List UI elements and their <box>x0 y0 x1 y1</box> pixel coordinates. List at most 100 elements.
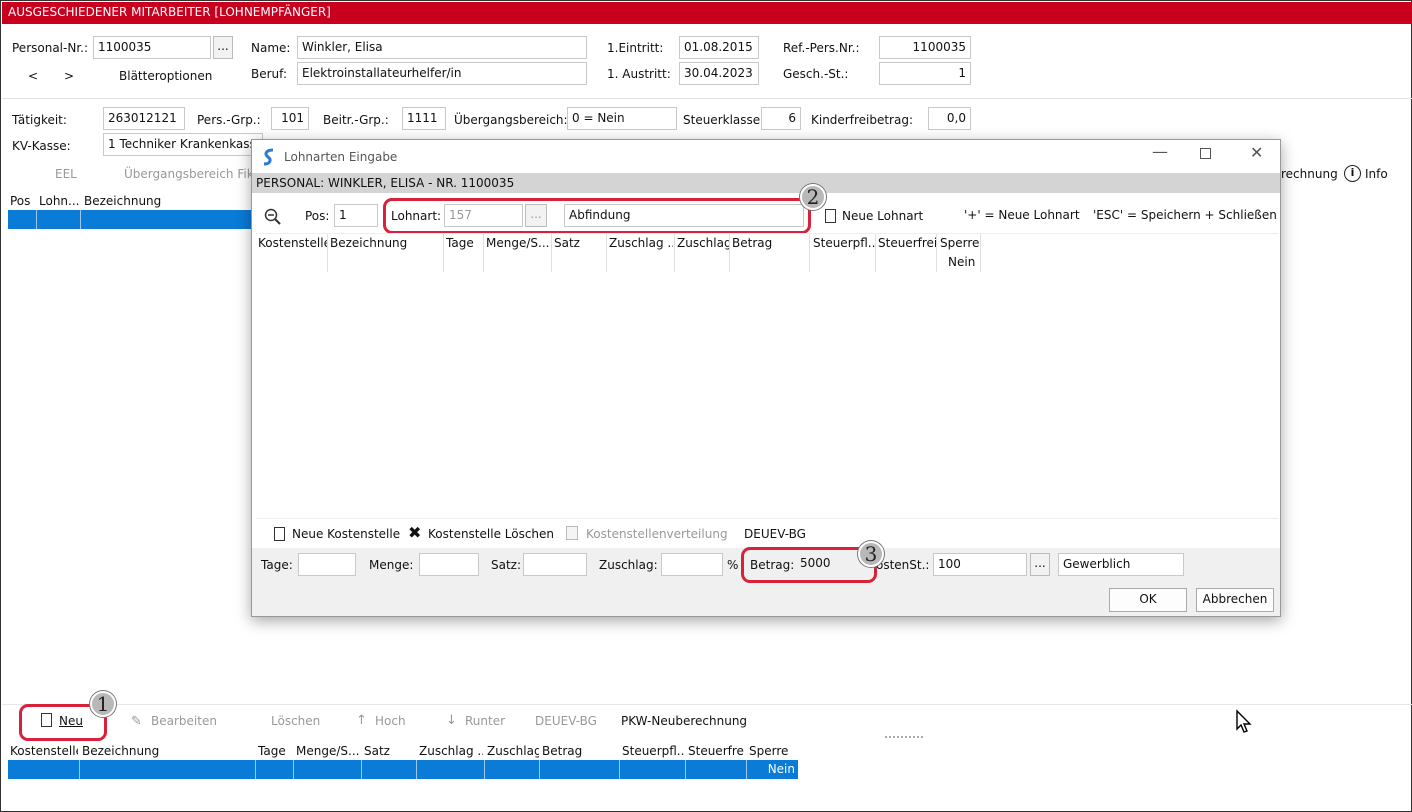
col-tage[interactable]: Tage <box>258 744 292 758</box>
maximize-icon[interactable] <box>1200 148 1211 159</box>
beruf-label: Beruf: <box>251 67 287 81</box>
kinderfreibetrag-label: Kinderfreibetrag: <box>811 113 914 127</box>
pencil-icon: ✎ <box>131 714 142 729</box>
col-menge[interactable]: Menge/S... <box>486 236 550 250</box>
col-bezeichnung[interactable]: Bezeichnung <box>330 236 442 250</box>
kostenst-lookup-button[interactable]: ... <box>1030 553 1050 576</box>
kostenstelle-loeschen-button[interactable]: Kostenstelle Löschen <box>428 527 554 541</box>
col-satz[interactable]: Satz <box>554 236 606 250</box>
loeschen-button[interactable]: Löschen <box>271 714 320 728</box>
col-steuerfrei[interactable]: Steuerfrei <box>688 744 744 758</box>
table-row[interactable] <box>8 210 258 229</box>
menge-label: Menge: <box>369 558 414 572</box>
col-betrag[interactable]: Betrag <box>732 236 810 250</box>
menge-field[interactable] <box>419 553 479 576</box>
kostenst-name-field[interactable]: Gewerblich <box>1058 553 1184 576</box>
ref-pers-nr-field[interactable]: 1100035 <box>879 36 971 59</box>
sperre-value: Nein <box>948 255 976 269</box>
abbrechen-button[interactable]: Abbrechen <box>1196 588 1274 612</box>
col-steuerpflichtig[interactable]: Steuerpfl... <box>813 236 875 250</box>
close-icon[interactable]: ✕ <box>1250 143 1263 162</box>
ref-pers-nr-label: Ref.-Pers.Nr.: <box>783 41 860 55</box>
taetigkeit-field[interactable]: 263012121 <box>103 107 185 130</box>
previous-button[interactable]: < <box>28 69 38 83</box>
runter-button[interactable]: Runter <box>465 714 505 728</box>
neue-lohnart-button[interactable]: Neue Lohnart <box>842 209 923 223</box>
info-icon: i <box>1344 165 1361 182</box>
arrow-down-icon: ↓ <box>446 713 457 728</box>
tage-field[interactable] <box>298 553 356 576</box>
name-field[interactable]: Winkler, Elisa <box>297 36 587 59</box>
col-kostenstelle[interactable]: Kostenstelle <box>258 236 328 250</box>
copy-icon <box>566 526 578 540</box>
uebergangsbereich-field[interactable]: 0 = Nein <box>567 107 677 130</box>
lohnarten-dialog: Lohnarten Eingabe — ✕ PERSONAL: WINKLER,… <box>251 139 1281 617</box>
pers-grp-field[interactable]: 101 <box>271 107 309 130</box>
col-bezeichnung[interactable]: Bezeichnung <box>82 744 252 758</box>
kv-kasse-field[interactable]: 1 Techniker Krankenkasse <box>103 133 263 156</box>
kinderfreibetrag-field[interactable]: 0,0 <box>928 107 971 130</box>
bottom-table-header: Kostenstelle Bezeichnung Tage Menge/S...… <box>8 742 798 760</box>
satz-field[interactable] <box>523 553 587 576</box>
col-tage[interactable]: Tage <box>446 236 482 250</box>
next-button[interactable]: > <box>64 69 74 83</box>
col-sperre[interactable]: Sperre <box>749 744 797 758</box>
ok-button[interactable]: OK <box>1109 588 1187 612</box>
deuev-bg-button[interactable]: DEUEV-BG <box>744 527 806 541</box>
zoom-out-icon[interactable] <box>264 208 282 226</box>
eintritt-field[interactable]: 01.08.2015 <box>679 36 759 59</box>
pkw-neuberechnung-button[interactable]: PKW-Neuberechnung <box>621 714 747 728</box>
col-menge[interactable]: Menge/S... <box>296 744 360 758</box>
col-sperre[interactable]: Sperre <box>940 236 982 250</box>
pos-field[interactable]: 1 <box>334 204 378 227</box>
beitr-grp-field[interactable]: 1111 <box>402 107 446 130</box>
delete-x-icon: ✖ <box>408 523 422 542</box>
taetigkeit-label: Tätigkeit: <box>12 113 67 127</box>
col-betrag[interactable]: Betrag <box>542 744 618 758</box>
dialog-table-header: Kostenstelle Bezeichnung Tage Menge/S...… <box>256 234 981 274</box>
gesch-st-field[interactable]: 1 <box>879 62 971 85</box>
blaetteroptionen-button[interactable]: Blätteroptionen <box>119 69 212 83</box>
tab-rechnung[interactable]: rechnung <box>1281 167 1338 181</box>
neue-kostenstelle-button[interactable]: Neue Kostenstelle <box>292 527 400 541</box>
beitr-grp-label: Beitr.-Grp.: <box>323 113 389 127</box>
col-bezeichnung[interactable]: Bezeichnung <box>84 194 161 208</box>
col-zuschlag-prozent[interactable]: Zuschlag ... <box>609 236 673 250</box>
zuschlag-field[interactable] <box>661 553 723 576</box>
col-steuerpflichtig[interactable]: Steuerpfl... <box>622 744 684 758</box>
col-lohnart[interactable]: Lohn... <box>39 194 79 208</box>
satz-label: Satz: <box>491 558 522 572</box>
steuerklasse-field[interactable]: 6 <box>761 107 801 130</box>
tab-eel[interactable]: EEL <box>55 167 77 181</box>
personal-nr-lookup-button[interactable]: ... <box>213 36 233 59</box>
col-zuschlag[interactable]: Zuschlag <box>677 236 729 250</box>
col-zuschlag-prozent[interactable]: Zuschlag ... <box>419 744 483 758</box>
hoch-button[interactable]: Hoch <box>375 714 406 728</box>
minimize-icon[interactable]: — <box>1152 142 1168 161</box>
kostenst-field[interactable]: 100 <box>933 553 1027 576</box>
beruf-field[interactable]: Elektroinstallateurhelfer/in <box>297 62 587 85</box>
col-pos[interactable]: Pos <box>10 194 30 208</box>
table-row[interactable]: Nein <box>8 760 798 779</box>
kostenstellenverteilung-button[interactable]: Kostenstellenverteilung <box>586 527 728 541</box>
kostenst-label: ostenSt.: <box>876 558 930 572</box>
col-satz[interactable]: Satz <box>364 744 414 758</box>
dialog-subtitle-bar: PERSONAL: WINKLER, ELISA - NR. 1100035 <box>252 173 1280 193</box>
info-button[interactable]: Info <box>1365 167 1388 181</box>
austritt-field[interactable]: 30.04.2023 <box>679 62 759 85</box>
name-label: Name: <box>251 41 291 55</box>
callout-badge: 1 <box>90 691 116 717</box>
col-kostenstelle[interactable]: Kostenstelle <box>10 744 78 758</box>
personal-nr-field[interactable]: 1100035 <box>93 36 211 59</box>
deuev-bg-button[interactable]: DEUEV-BG <box>535 714 597 728</box>
callout-highlight <box>383 198 811 234</box>
bearbeiten-button[interactable]: Bearbeiten <box>151 714 217 728</box>
splitter-handle[interactable] <box>885 736 923 738</box>
pers-grp-label: Pers.-Grp.: <box>197 113 261 127</box>
tab-uebergangsbereich[interactable]: Übergangsbereich Fikt <box>124 167 258 181</box>
col-zuschlag[interactable]: Zuschlag <box>487 744 539 758</box>
divider <box>2 98 1412 99</box>
dialog-table: Kostenstelle Bezeichnung Tage Menge/S...… <box>256 233 1278 519</box>
callout-badge: 3 <box>858 541 884 567</box>
col-steuerfrei[interactable]: Steuerfrei <box>878 236 936 250</box>
